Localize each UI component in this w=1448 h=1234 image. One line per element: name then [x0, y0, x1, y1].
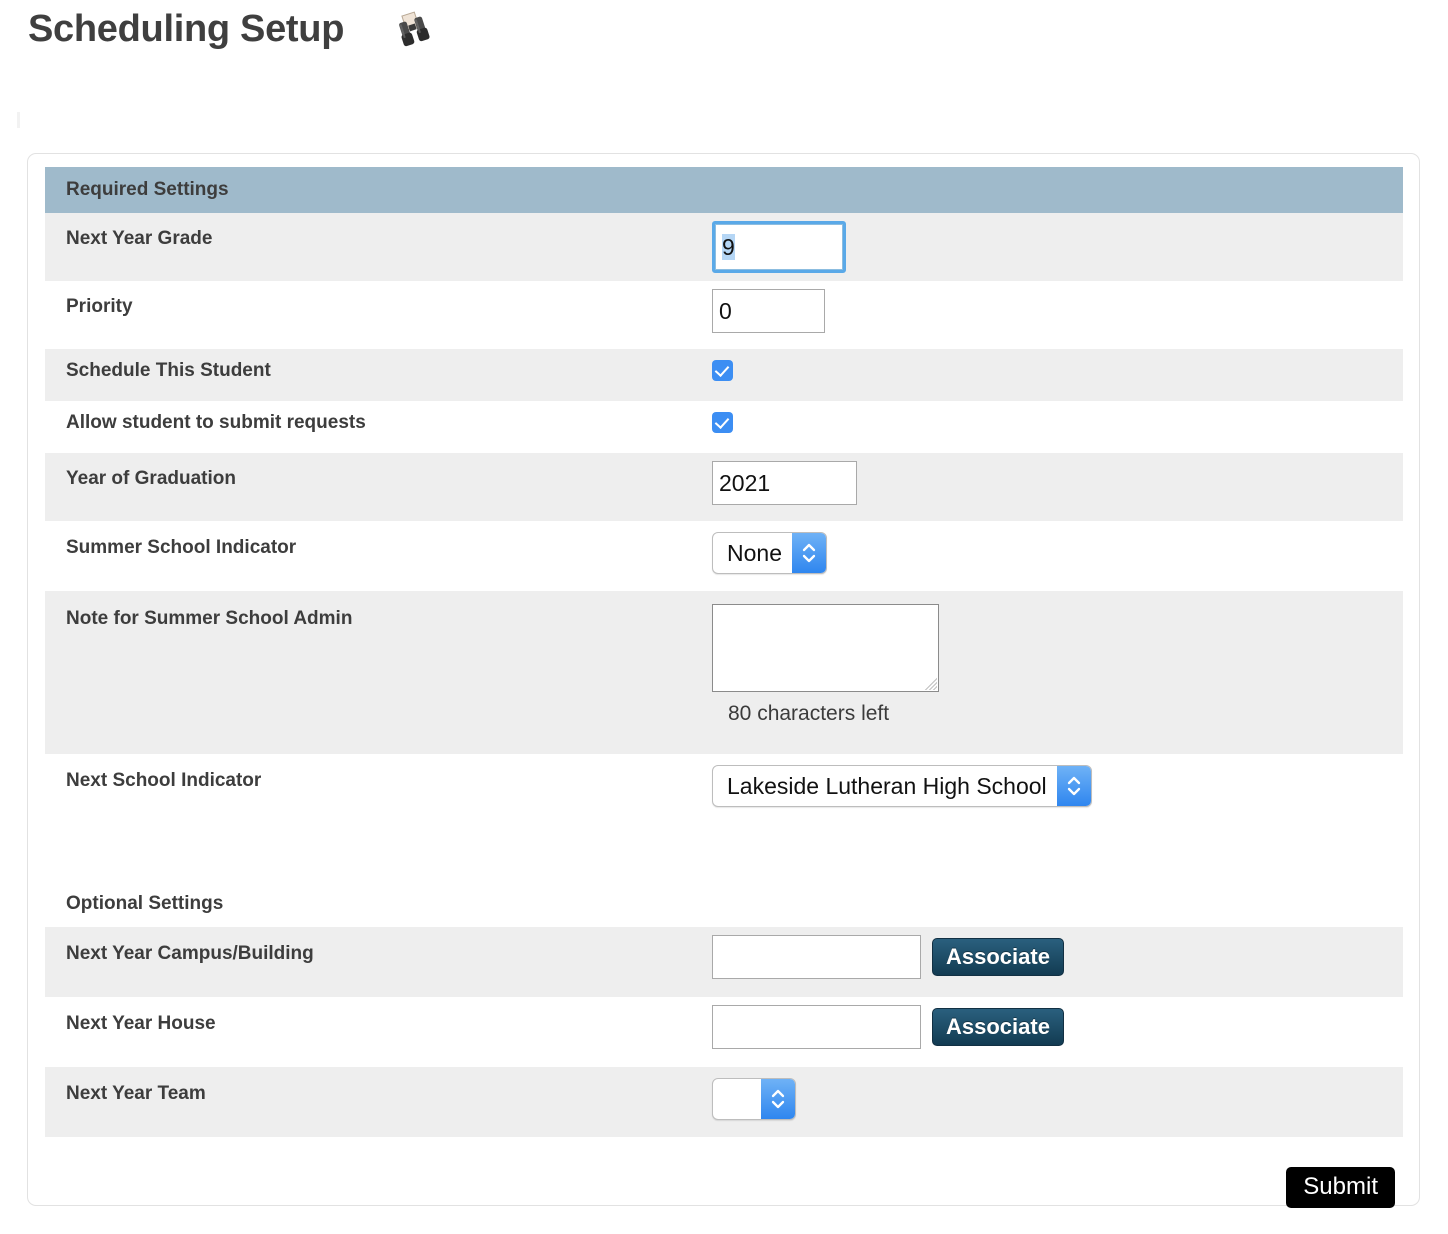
- characters-left-text: 80 characters left: [728, 702, 890, 725]
- label-schedule-this-student: Schedule This Student: [66, 360, 271, 381]
- row-priority: Priority: [45, 281, 1403, 349]
- field-next-year-campus-building: Associate: [712, 927, 1403, 979]
- field-schedule-this-student: [712, 349, 1403, 381]
- label-note-summer-school-admin: Note for Summer School Admin: [66, 608, 353, 629]
- required-settings-heading: Required Settings: [66, 179, 229, 200]
- row-next-year-campus-building: Next Year Campus/Building Associate: [45, 927, 1403, 997]
- label-next-school-indicator: Next School Indicator: [66, 770, 262, 791]
- submit-button[interactable]: Submit: [1286, 1167, 1395, 1209]
- chevron-updown-icon: [791, 533, 826, 573]
- label-priority: Priority: [66, 296, 133, 317]
- required-settings-header: Required Settings: [45, 167, 1403, 213]
- field-next-year-grade: 9: [712, 213, 1403, 273]
- allow-student-submit-requests-checkbox[interactable]: [712, 412, 733, 433]
- next-year-team-select[interactable]: [712, 1078, 796, 1120]
- row-year-of-graduation: Year of Graduation: [45, 453, 1403, 521]
- field-year-of-graduation: [712, 453, 1403, 505]
- next-school-indicator-value: Lakeside Lutheran High School: [727, 772, 1047, 799]
- page-header: Scheduling Setup: [0, 0, 1448, 58]
- row-next-year-team: Next Year Team: [45, 1067, 1403, 1137]
- field-note-summer-school-admin: 80 characters left: [712, 591, 1403, 726]
- scheduling-setup-panel: Required Settings Next Year Grade 9 Prio…: [27, 153, 1420, 1209]
- summer-school-indicator-value: None: [727, 539, 782, 566]
- optional-settings-heading-row: Optional Settings: [45, 880, 1403, 927]
- year-of-graduation-input[interactable]: [712, 461, 857, 505]
- next-year-grade-focus-ring: 9: [712, 221, 846, 273]
- label-next-year-team: Next Year Team: [66, 1083, 206, 1104]
- resize-grip-icon[interactable]: [919, 672, 937, 690]
- field-allow-student-submit-requests: [712, 401, 1403, 433]
- next-year-grade-input[interactable]: 9: [715, 224, 843, 270]
- label-next-year-house: Next Year House: [66, 1013, 216, 1034]
- chevron-updown-icon: [761, 1079, 795, 1119]
- next-year-team-value: [713, 1079, 761, 1119]
- next-year-grade-value: 9: [722, 234, 735, 260]
- row-schedule-this-student: Schedule This Student: [45, 349, 1403, 401]
- binoculars-icon: [394, 9, 434, 49]
- associate-house-button[interactable]: Associate: [932, 1007, 1064, 1047]
- submit-bar: Submit: [45, 1137, 1403, 1209]
- next-year-house-input[interactable]: [712, 1005, 921, 1049]
- panel-content: Required Settings Next Year Grade 9 Prio…: [45, 167, 1403, 1209]
- label-next-year-grade: Next Year Grade: [66, 228, 213, 249]
- next-school-indicator-select[interactable]: Lakeside Lutheran High School: [712, 765, 1092, 807]
- next-year-campus-building-input[interactable]: [712, 935, 921, 979]
- field-priority: [712, 281, 1403, 333]
- row-allow-student-submit-requests: Allow student to submit requests: [45, 401, 1403, 453]
- row-next-year-grade: Next Year Grade 9: [45, 213, 1403, 281]
- field-next-year-house: Associate: [712, 997, 1403, 1049]
- field-summer-school-indicator: None: [712, 521, 1403, 574]
- row-next-year-house: Next Year House Associate: [45, 997, 1403, 1067]
- section-gap: [45, 824, 1403, 880]
- note-summer-school-admin-textarea[interactable]: [712, 604, 939, 692]
- page-title: Scheduling Setup: [28, 8, 345, 50]
- associate-campus-building-button[interactable]: Associate: [932, 937, 1064, 977]
- label-allow-student-submit-requests: Allow student to submit requests: [66, 412, 366, 433]
- label-year-of-graduation: Year of Graduation: [66, 468, 236, 489]
- field-next-year-team: [712, 1067, 1403, 1120]
- field-next-school-indicator: Lakeside Lutheran High School: [712, 754, 1403, 807]
- edge-artifact: [17, 112, 20, 128]
- row-note-summer-school-admin: Note for Summer School Admin 80 characte…: [45, 591, 1403, 754]
- row-summer-school-indicator: Summer School Indicator None: [45, 521, 1403, 591]
- label-summer-school-indicator: Summer School Indicator: [66, 537, 297, 558]
- summer-school-indicator-select[interactable]: None: [712, 532, 827, 574]
- optional-settings-heading: Optional Settings: [66, 892, 224, 914]
- chevron-updown-icon: [1056, 766, 1091, 806]
- priority-input[interactable]: [712, 289, 825, 333]
- label-next-year-campus-building: Next Year Campus/Building: [66, 943, 314, 964]
- row-next-school-indicator: Next School Indicator Lakeside Lutheran …: [45, 754, 1403, 824]
- schedule-this-student-checkbox[interactable]: [712, 360, 733, 381]
